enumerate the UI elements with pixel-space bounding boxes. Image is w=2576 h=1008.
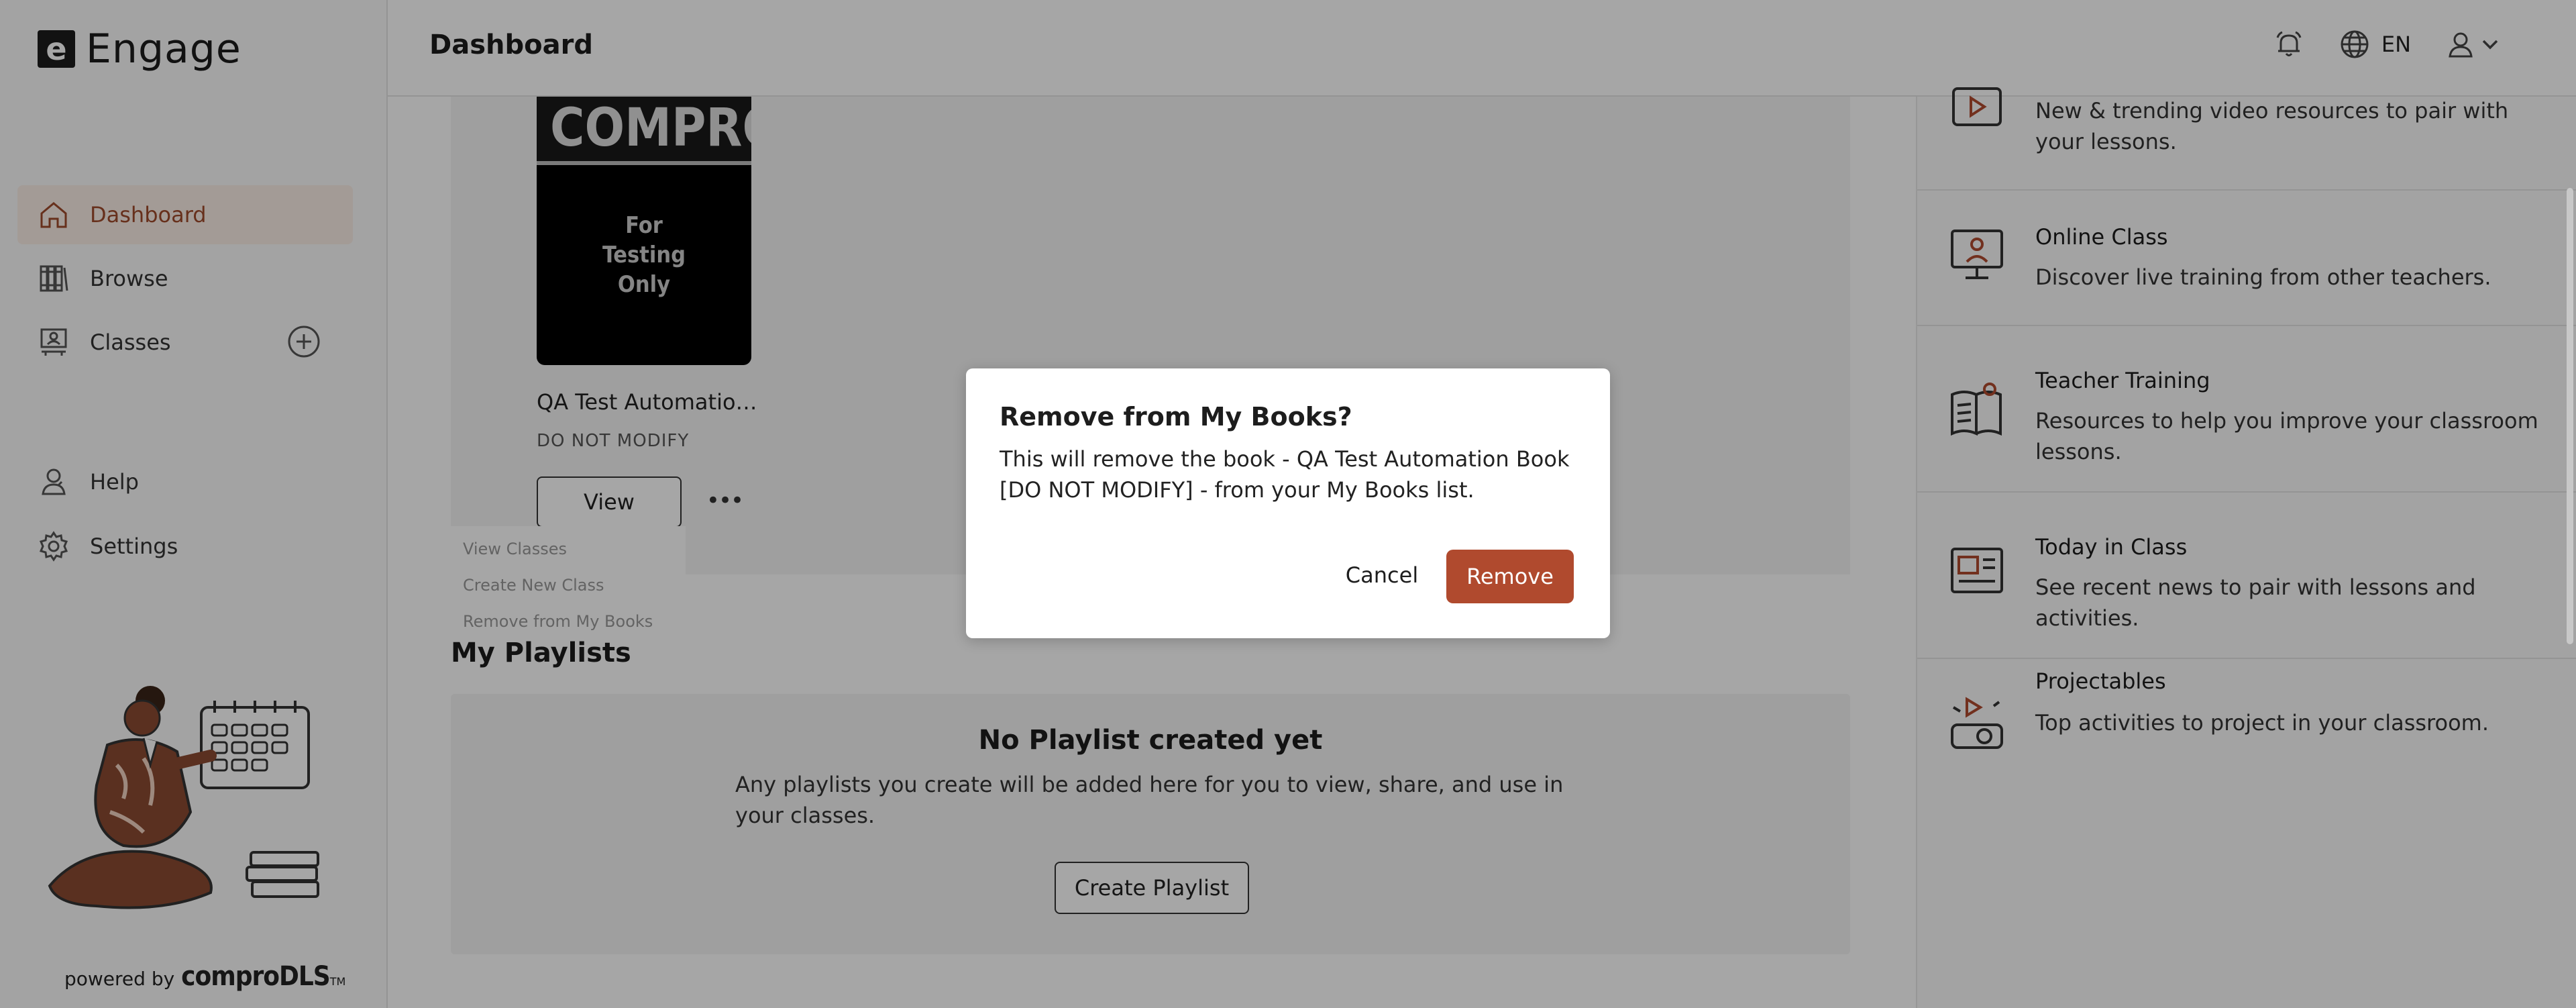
- cancel-button[interactable]: Cancel: [1342, 550, 1422, 601]
- remove-book-dialog: Remove from My Books? This will remove t…: [966, 368, 1610, 638]
- remove-button[interactable]: Remove: [1446, 550, 1574, 603]
- dialog-title: Remove from My Books?: [1000, 402, 1352, 432]
- dialog-message: This will remove the book - QA Test Auto…: [1000, 446, 1570, 503]
- page-scrollbar[interactable]: [2567, 188, 2573, 644]
